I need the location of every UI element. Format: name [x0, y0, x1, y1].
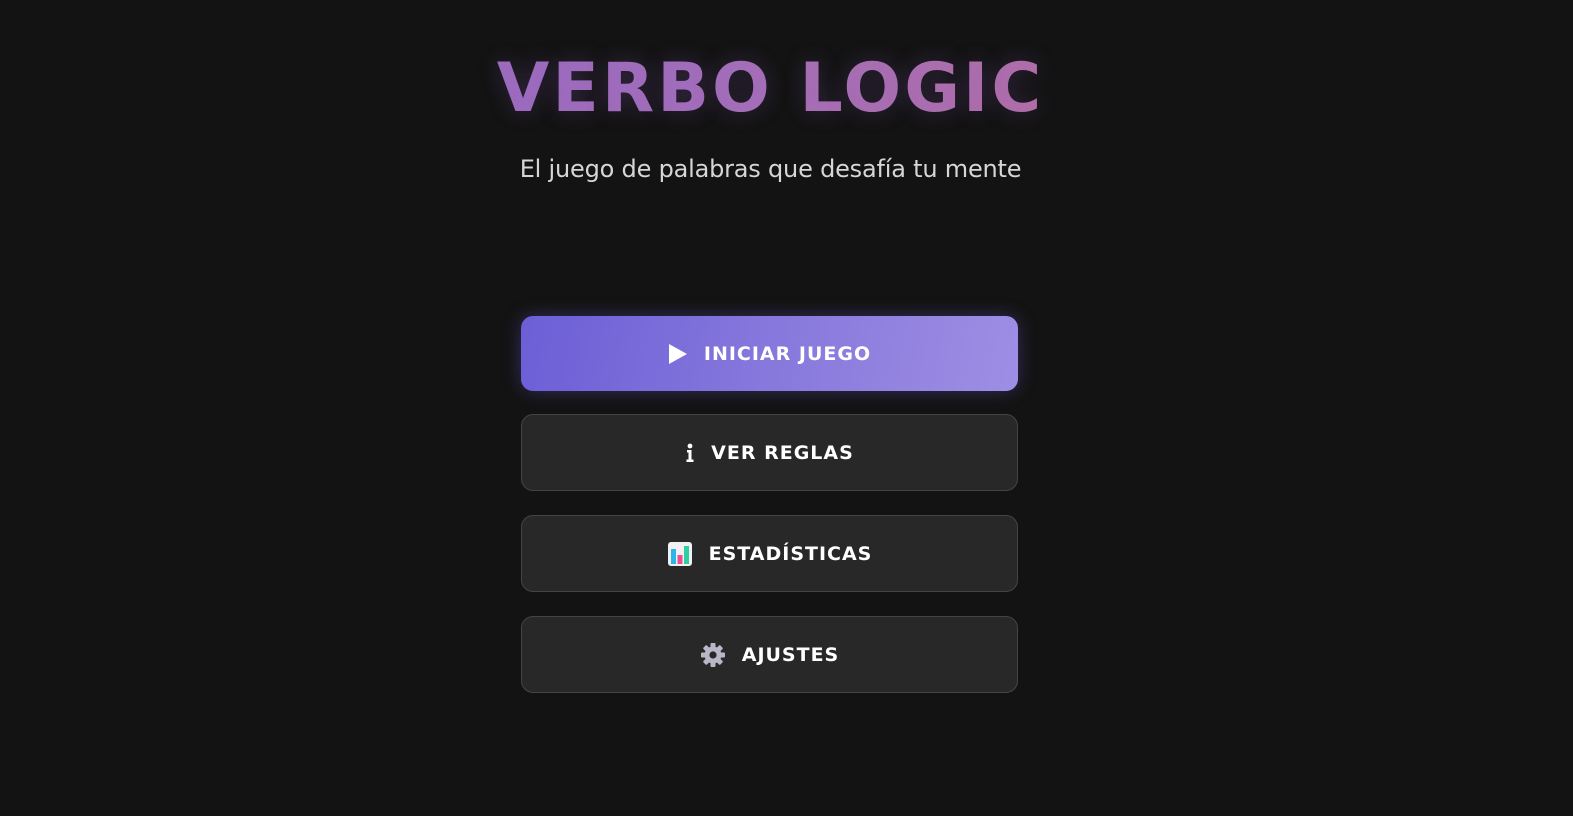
view-rules-label: VER REGLAS	[711, 441, 854, 464]
page-title: VERBO LOGIC	[0, 46, 1541, 132]
view-rules-button[interactable]: VER REGLAS	[521, 414, 1018, 491]
settings-label: AJUSTES	[741, 643, 840, 666]
page-subtitle: El juego de palabras que desafía tu ment…	[519, 155, 1022, 183]
bar-chart-icon	[667, 541, 693, 567]
statistics-button[interactable]: ESTADÍSTICAS	[521, 515, 1018, 592]
info-icon	[685, 443, 695, 463]
start-game-label: INICIAR JUEGO	[703, 342, 872, 365]
gear-icon	[700, 642, 726, 668]
start-game-button[interactable]: INICIAR JUEGO	[521, 316, 1018, 391]
statistics-label: ESTADÍSTICAS	[708, 542, 873, 565]
play-icon	[668, 343, 688, 365]
main-menu-screen: VERBO LOGIC El juego de palabras que des…	[0, 0, 1573, 816]
settings-button[interactable]: AJUSTES	[521, 616, 1018, 693]
